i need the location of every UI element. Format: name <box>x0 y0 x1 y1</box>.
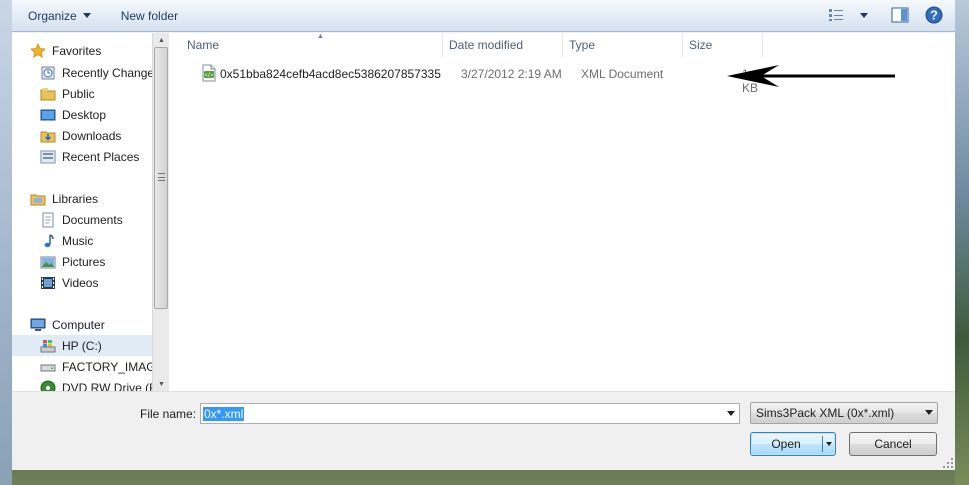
pictures-icon <box>40 254 56 270</box>
file-name-bar: File name: 0x*.xml Sims3Pack XML (0x*.xm… <box>12 391 955 470</box>
column-header-date-modified[interactable]: Date modified <box>443 33 563 57</box>
resize-grip-icon[interactable] <box>943 458 953 468</box>
file-type-filter-value: Sims3Pack XML (0x*.xml) <box>756 406 895 420</box>
nav-label: FACTORY_IMAGE <box>62 359 152 374</box>
organize-label: Organize <box>28 8 77 23</box>
xml-file-icon: </> <box>201 64 217 85</box>
new-folder-label: New folder <box>120 8 179 23</box>
nav-label: Favorites <box>52 43 102 58</box>
views-dropdown-icon[interactable] <box>853 4 875 26</box>
computer-icon <box>30 317 46 333</box>
cancel-label: Cancel <box>874 437 912 451</box>
preview-pane-icon[interactable] <box>889 4 911 26</box>
split-divider <box>822 436 823 452</box>
scroll-down-icon[interactable]: ▼ <box>153 377 170 391</box>
open-file-dialog: Organize New folder ? Favorites Recently… <box>12 0 955 470</box>
nav-item-documents[interactable]: Documents <box>12 209 152 230</box>
file-type-cell: XML Document <box>581 67 664 81</box>
desktop-icon <box>40 107 56 123</box>
file-type-filter-select[interactable]: Sims3Pack XML (0x*.xml) <box>750 402 938 424</box>
nav-label: Music <box>62 233 94 248</box>
file-name-cell: 0x51bba824cefb4acd8ec5386207857335 <box>220 67 441 81</box>
organize-button[interactable]: Organize <box>20 4 99 28</box>
file-name-input[interactable]: 0x*.xml <box>200 403 740 424</box>
star-icon <box>30 42 46 59</box>
nav-item-dvd-drive[interactable]: DVD RW Drive (F:) <box>12 377 152 391</box>
nav-item-pictures[interactable]: Pictures <box>12 251 152 272</box>
nav-item-recent-places[interactable]: Recent Places <box>12 146 152 167</box>
column-header-name[interactable]: Name <box>181 33 443 57</box>
nav-item-libraries[interactable]: Libraries <box>12 188 152 209</box>
nav-item-favorites[interactable]: Favorites <box>12 40 152 61</box>
nav-item-downloads[interactable]: Downloads <box>12 125 152 146</box>
file-name-value: 0x*.xml <box>203 407 245 421</box>
recent-places-icon <box>40 149 56 165</box>
drive-icon <box>40 359 56 375</box>
recent-icon <box>40 65 56 81</box>
folder-icon <box>40 86 56 102</box>
dvd-icon <box>40 380 56 391</box>
downloads-icon <box>40 128 56 144</box>
nav-item-computer[interactable]: Computer <box>12 314 152 335</box>
documents-icon <box>40 212 56 228</box>
column-label: Size <box>689 38 713 52</box>
new-folder-button[interactable]: New folder <box>113 4 186 28</box>
nav-item-factory-image[interactable]: FACTORY_IMAGE <box>12 356 152 377</box>
open-button[interactable]: Open <box>750 432 836 456</box>
column-label: Date modified <box>449 38 524 52</box>
views-icon[interactable] <box>825 4 847 26</box>
nav-scrollbar[interactable]: ▲ ▼ <box>152 33 169 391</box>
nav-label: Computer <box>52 317 105 332</box>
window-frame-right <box>955 0 969 485</box>
nav-item-music[interactable]: Music <box>12 230 152 251</box>
nav-label: DVD RW Drive (F:) <box>62 380 152 392</box>
nav-label: Public <box>62 86 95 101</box>
nav-item-desktop[interactable]: Desktop <box>12 104 152 125</box>
nav-item-hp-c[interactable]: HP (C:) <box>12 335 152 356</box>
column-label: Name <box>187 38 220 52</box>
nav-item-recently-changed[interactable]: Recently Changed <box>12 62 152 83</box>
drive-icon <box>40 338 56 354</box>
file-list: Name ▲ Date modified Type Size </> 0x51b… <box>169 33 955 391</box>
chevron-down-icon[interactable] <box>722 404 739 423</box>
column-label: Type <box>569 38 596 52</box>
libraries-icon <box>30 191 46 207</box>
file-name-label: File name: <box>140 407 197 421</box>
nav-label: Recently Changed <box>62 65 152 80</box>
nav-item-videos[interactable]: Videos <box>12 272 152 293</box>
scroll-thumb[interactable] <box>154 47 168 309</box>
column-header-type[interactable]: Type <box>563 33 683 57</box>
column-header-size[interactable]: Size <box>683 33 763 57</box>
nav-label: Downloads <box>62 128 122 143</box>
chevron-down-icon <box>82 13 91 18</box>
scroll-up-icon[interactable]: ▲ <box>153 33 170 47</box>
svg-text:</>: </> <box>204 73 213 79</box>
nav-label: Videos <box>62 275 99 290</box>
sort-ascending-icon: ▲ <box>317 33 324 40</box>
music-icon <box>40 233 56 249</box>
cancel-button[interactable]: Cancel <box>849 432 937 456</box>
nav-label: HP (C:) <box>62 338 102 353</box>
nav-label: Recent Places <box>62 149 140 164</box>
nav-label: Desktop <box>62 107 107 122</box>
help-icon[interactable]: ? <box>923 4 945 26</box>
chevron-down-icon <box>925 410 933 415</box>
nav-item-public[interactable]: Public <box>12 83 152 104</box>
videos-icon <box>40 275 56 291</box>
open-label: Open <box>771 437 801 451</box>
window-frame-left <box>0 0 12 485</box>
navigation-pane: Favorites Recently Changed Public Deskto… <box>12 33 168 391</box>
nav-label: Libraries <box>52 191 99 206</box>
nav-label: Pictures <box>62 254 106 269</box>
svg-text:?: ? <box>930 8 938 23</box>
open-options-dropdown-icon[interactable] <box>826 442 832 446</box>
annotation-arrow-icon <box>727 65 895 87</box>
nav-label: Documents <box>62 212 123 227</box>
file-date-cell: 3/27/2012 2:19 AM <box>461 67 562 81</box>
toolbar: Organize New folder ? <box>12 0 955 32</box>
